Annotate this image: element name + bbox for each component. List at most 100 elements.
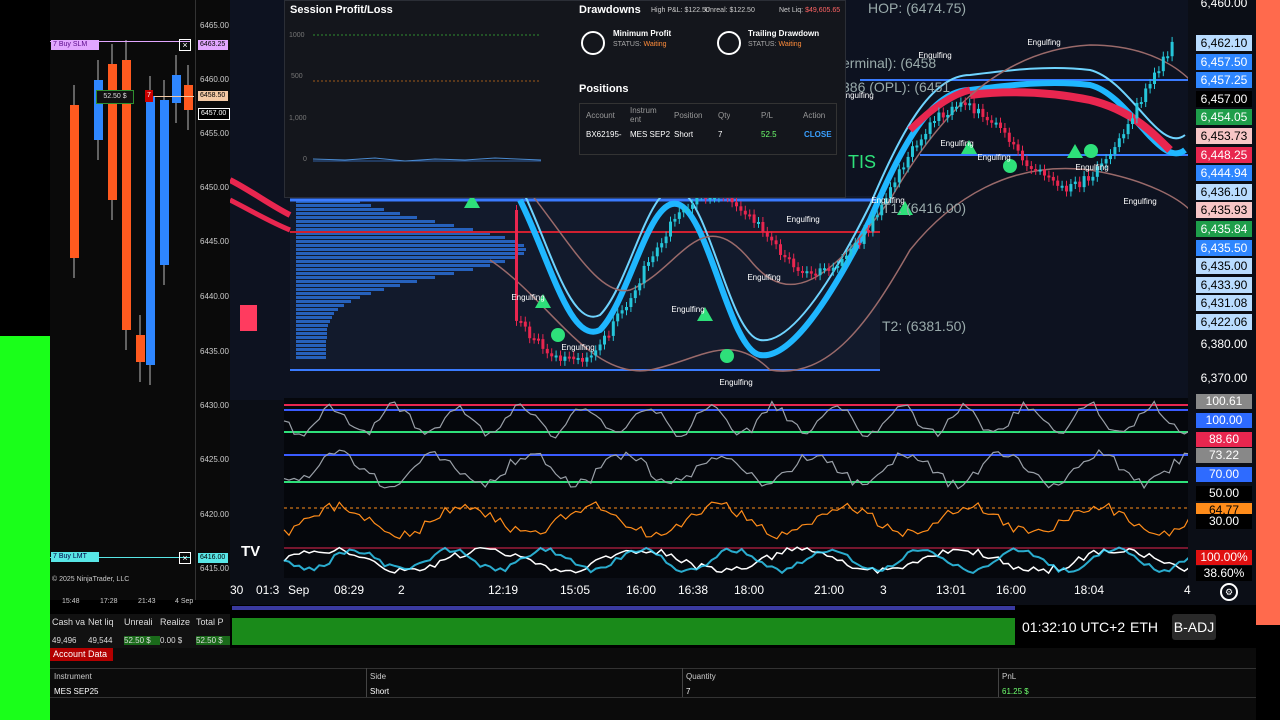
volume-profile-bar [296,240,516,243]
volume-profile-bar [296,248,526,251]
time-label: 16:38 [678,583,708,597]
candle-body [977,109,980,113]
clock-timezone[interactable]: 01:32:10 UTC+2 [1022,619,1125,635]
ninja-copyright: © 2025 NinjaTrader, LLC [52,576,129,583]
candle-body [612,321,615,336]
volume-profile-bar [296,328,327,331]
candle-body [555,355,558,357]
risk-overlay-panel: Session Profit/Loss 1000 500 1,000 0 Dra… [284,0,846,198]
col-header-side[interactable]: Side [370,672,386,681]
buy-stop-order[interactable]: 7 Buy SLM [51,40,99,50]
candle-body [907,157,910,168]
price-tick: 6450.00 [200,183,229,192]
buy-limit-order[interactable]: 7 Buy LMT [51,552,99,562]
candle-body [849,249,852,256]
pos-qty: 7 [718,130,722,139]
volume-profile-bar [296,288,384,291]
time-label: 15:05 [560,583,590,597]
candle-body [682,209,685,212]
candle-body [1135,103,1138,118]
candle-body [621,310,624,313]
buy-stop-price-label: 6463.25 [198,40,228,50]
candle-body [1061,186,1064,188]
col-header-instrument[interactable]: Instrument [54,672,92,681]
position-pnl[interactable]: 52.50 $ [96,90,134,104]
time-label: 16:00 [626,583,656,597]
candle-body [519,321,522,323]
pos-header: P/L [761,111,773,120]
price-tag: 6,462.10 [1196,35,1252,51]
candle-body [766,232,769,237]
close-position-button[interactable]: CLOSE [804,130,832,139]
adjustment-toggle[interactable]: B-ADJ [1172,614,1216,640]
price-axis-tick: 6,380.00 [1196,337,1252,351]
account-value: 52.50 $ [196,636,232,645]
pl-tick: 1,000 [289,115,307,122]
candle-body [920,139,923,145]
account-header: Realize [160,617,196,627]
candle-body [1153,73,1156,84]
candle-body [1021,151,1024,161]
position-qty[interactable]: 7 [145,90,153,102]
price-tag: 6,444.94 [1196,165,1252,181]
candle-body [638,283,641,290]
candle-body [744,211,747,215]
candle-body [1078,182,1081,188]
candle-body [660,243,663,247]
cancel-order-icon[interactable]: × [179,39,191,51]
volume-profile-bar [296,284,400,287]
time-label: 15:48 [62,598,80,605]
col-separator [366,668,367,698]
candle-body [70,105,79,258]
volume-profile-bar [296,236,505,239]
signal-dot-icon [1084,144,1098,158]
time-label: 4 [1184,583,1191,597]
candle-body [810,271,813,273]
tradingview-logo[interactable]: TV [241,543,271,561]
account-data-tab[interactable]: Account Data [50,648,113,661]
candle-body [797,267,800,271]
price-tag: 6,435.93 [1196,202,1252,218]
volume-profile-bar [296,292,371,295]
session-eth[interactable]: ETH [1130,619,1158,635]
account-header: Cash va [52,617,88,627]
ninja-price-axis[interactable]: 6465.00 6460.00 6455.00 6450.00 6445.00 … [195,0,231,600]
col-header-quantity[interactable]: Quantity [686,672,716,681]
price-tick: 6465.00 [200,21,229,30]
oscillator-tag: 100.00 [1196,413,1252,428]
account-value: 49,544 [88,636,124,645]
candle-body [902,167,905,169]
candle-body [1083,176,1086,187]
candle-body [541,339,544,349]
candle-body [599,344,602,350]
candle-body [563,357,566,361]
pos-header: Position [674,111,702,120]
settings-gear-icon[interactable]: ⚙ [1220,583,1238,601]
candle-body [625,307,628,310]
candle-body [924,134,927,139]
time-label: 18:04 [1074,583,1104,597]
candle-body [1039,170,1042,172]
candle-body [524,322,527,327]
net-liq-value: $49,605.65 [805,7,840,14]
candle-body [946,115,949,117]
col-header-pnl[interactable]: PnL [1002,672,1016,681]
candle-body [739,206,742,210]
time-label: 08:29 [334,583,364,597]
price-tag: 6,433.90 [1196,277,1252,293]
oscillator-tag: 100.61 [1196,394,1252,409]
price-tag: 6,457.25 [1196,72,1252,88]
cancel-order-icon[interactable]: × [179,552,191,564]
volume-profile-bar [296,320,330,323]
price-tick: 6415.00 [200,564,229,573]
volume-profile-bar [296,256,516,259]
candle-body [651,256,654,262]
engulfing-label: Engulfing [671,305,704,314]
candle-body [550,353,553,356]
engulfing-label: Engulfing [747,273,780,282]
pl-tick: 500 [291,73,303,80]
volume-profile-bar [296,208,384,211]
candle-body [184,85,193,110]
hop-level-label: HOP: (6474.75) [868,0,966,16]
price-tag: 6,436.10 [1196,184,1252,200]
